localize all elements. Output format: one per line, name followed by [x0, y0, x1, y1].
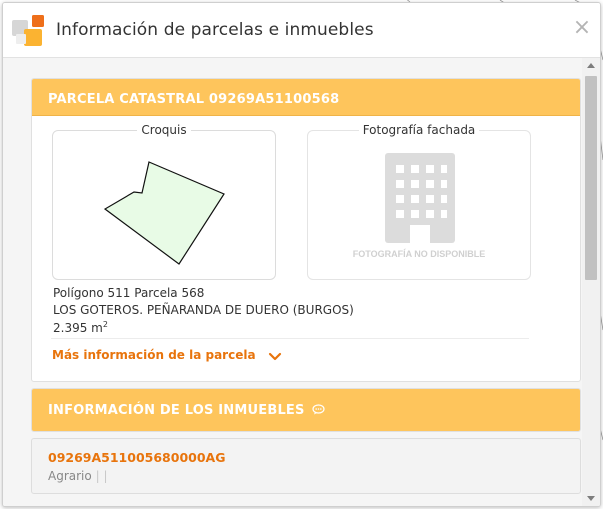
area-unit-sup: 2 [102, 320, 108, 329]
comment-icon[interactable] [312, 404, 325, 415]
building-use: Agrario | | [48, 469, 107, 483]
divider [51, 338, 529, 339]
building-placeholder-icon: FOTOGRAFÍA NO DISPONIBLE [353, 153, 486, 259]
parcel-title: PARCELA CATASTRAL 09269A51100568 [48, 92, 340, 107]
dialog-scroll-area[interactable]: PARCELA CATASTRAL 09269A51100568 Croquis… [3, 58, 600, 506]
catastro-logo-icon [12, 15, 44, 46]
building-item[interactable]: 09269A511005680000AG Agrario | | [31, 438, 581, 494]
dialog-header: Información de parcelas e inmuebles × [3, 3, 600, 58]
scroll-down-icon[interactable] [587, 496, 595, 501]
area-value: 2.395 m [53, 321, 103, 335]
parcel-info-dialog: Información de parcelas e inmuebles × PA… [2, 2, 601, 507]
polygon-parcel-line: Polígono 511 Parcela 568 [53, 286, 205, 300]
photo-label: Fotografía fachada [358, 123, 480, 137]
building-use-label: Agrario [48, 469, 92, 483]
close-button[interactable]: × [572, 16, 592, 40]
photo-unavailable-text: FOTOGRAFÍA NO DISPONIBLE [353, 249, 486, 259]
buildings-panel-header: INFORMACIÓN DE LOS INMUEBLES [32, 389, 580, 431]
more-parcel-info-link[interactable]: Más información de la parcela [52, 348, 256, 362]
dialog-title: Información de parcelas e inmuebles [56, 20, 374, 40]
parcel-panel: PARCELA CATASTRAL 09269A51100568 Croquis… [31, 78, 581, 382]
photo-box: Fotografía fachada FOTOGRAFÍA NO DISPONI… [307, 123, 531, 280]
vertical-scrollbar[interactable] [582, 58, 600, 506]
location-line: LOS GOTEROS. PEÑARANDA DE DUERO (BURGOS) [53, 303, 354, 317]
buildings-title: INFORMACIÓN DE LOS INMUEBLES [48, 403, 305, 418]
parcel-shape [103, 161, 225, 265]
separator: | [103, 469, 108, 483]
area-line: 2.395 m2 [53, 320, 108, 335]
building-ref-link[interactable]: 09269A511005680000AG [48, 450, 225, 465]
parcel-sketch [103, 161, 225, 265]
sketch-label: Croquis [137, 123, 191, 137]
separator: | [95, 469, 100, 483]
sketch-box: Croquis [52, 123, 276, 280]
scroll-up-icon[interactable] [587, 63, 595, 68]
buildings-panel: INFORMACIÓN DE LOS INMUEBLES [31, 388, 581, 432]
scroll-thumb[interactable] [585, 76, 597, 280]
parcel-panel-header: PARCELA CATASTRAL 09269A51100568 [32, 79, 580, 116]
chevron-down-icon[interactable] [268, 352, 282, 362]
